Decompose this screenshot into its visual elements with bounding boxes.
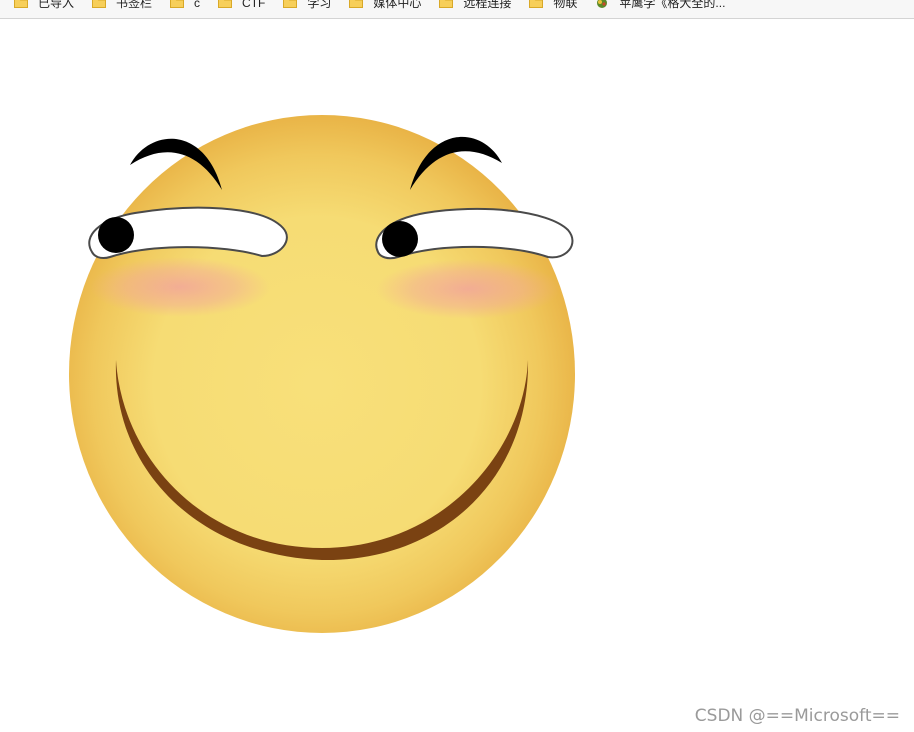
bookmark-label: 书签栏 [116,0,153,10]
folder-icon [92,0,107,8]
bookmark-label: 学习 [307,0,332,10]
bookmark-label: CTF [242,0,266,10]
folder-icon [529,0,544,8]
bookmark-imported[interactable]: 已导入 [0,0,78,12]
right-blush [376,259,560,319]
folder-icon [218,0,233,8]
content-area [0,19,914,732]
right-pupil [382,221,418,257]
bookmark-site[interactable]: 苹鹰学《格大全的... [581,0,729,12]
bookmark-label: 物联 [553,0,578,10]
bookmark-bookmarks-bar[interactable]: 书签栏 [78,0,156,12]
bookmark-label: 媒体中心 [373,0,422,10]
csdn-watermark: CSDN @==Microsoft== [694,706,900,726]
bookmark-iot[interactable]: 物联 [515,0,581,12]
bookmark-label: 已导入 [38,0,75,10]
bookmark-label: 苹鹰学《格大全的... [619,0,726,10]
bookmark-label: c [194,0,201,10]
bookmarks-bar: 已导入 书签栏 c CTF 学习 媒体中心 远程连接 物联 苹鹰学《格大全的..… [0,0,914,19]
folder-icon [349,0,364,8]
left-pupil [98,217,134,253]
folder-icon [439,0,454,8]
folder-icon [283,0,298,8]
bookmark-label: 远程连接 [463,0,512,10]
bookmark-media-center[interactable]: 媒体中心 [335,0,425,12]
bookmark-study[interactable]: 学习 [269,0,335,12]
left-blush [90,257,270,317]
page: 已导入 书签栏 c CTF 学习 媒体中心 远程连接 物联 苹鹰学《格大全的..… [0,0,914,732]
bookmark-ctf[interactable]: CTF [204,0,269,12]
site-favicon-icon [595,0,609,8]
folder-icon [14,0,28,8]
bookmark-c[interactable]: c [156,0,204,12]
bookmark-remote-connect[interactable]: 远程连接 [425,0,515,12]
folder-icon [170,0,185,8]
smiley-emoji [69,115,575,633]
